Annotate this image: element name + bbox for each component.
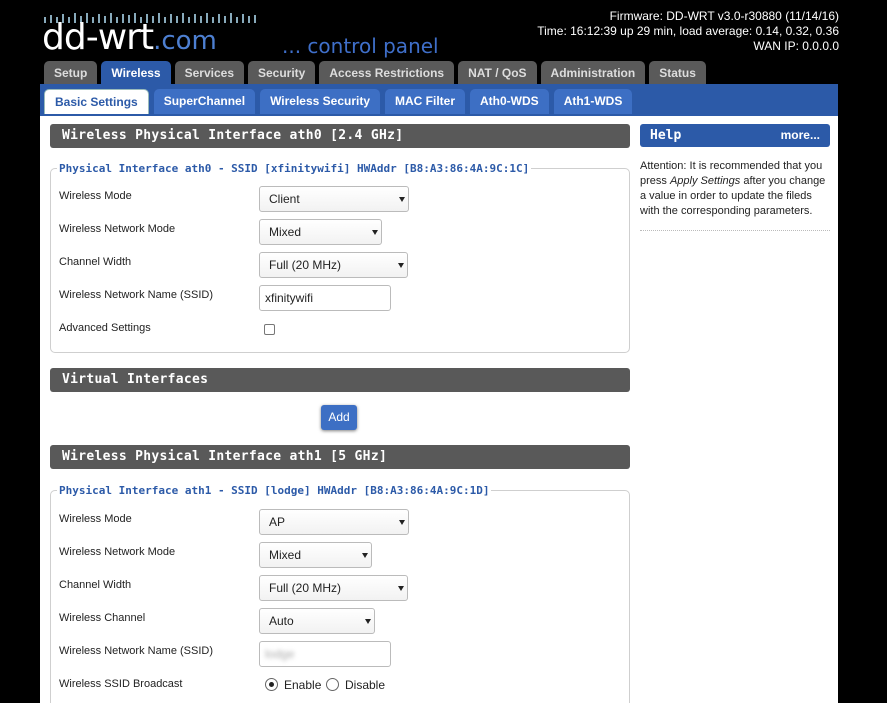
ath1-channel-width-value: Full (20 MHz): [269, 581, 342, 595]
ath1-ssid-value: lodge: [265, 647, 295, 661]
ath1-network-mode-row: Wireless Network Mode Mixed: [59, 542, 619, 568]
ath0-advanced-label: Advanced Settings: [59, 322, 151, 334]
ath0-ssid-input[interactable]: xfinitywifi: [259, 285, 391, 311]
help-text: Attention: It is recommended that you pr…: [640, 159, 830, 231]
ath1-broadcast-enable-radio[interactable]: [265, 678, 278, 691]
ath0-wireless-mode-label: Wireless Mode: [59, 190, 132, 202]
ath0-channel-width-label: Channel Width: [59, 256, 132, 268]
ath1-fieldset: Physical Interface ath1 - SSID [lodge] H…: [50, 484, 630, 703]
sub-tabs: Basic Settings SuperChannel Wireless Sec…: [44, 89, 633, 114]
ath1-wireless-mode-label: Wireless Mode: [59, 513, 132, 525]
tab-administration[interactable]: Administration: [540, 61, 646, 86]
virtual-section-title: Virtual Interfaces: [50, 368, 630, 392]
tab-services[interactable]: Services: [174, 61, 244, 86]
ath0-ssid-label: Wireless Network Name (SSID): [59, 289, 214, 301]
tab-setup[interactable]: Setup: [44, 61, 98, 86]
subtab-superchannel[interactable]: SuperChannel: [153, 89, 256, 114]
ath0-network-mode-value: Mixed: [269, 225, 302, 239]
ath1-wireless-mode-value: AP: [269, 515, 286, 529]
ath0-ssid-value: xfinitywifi: [265, 291, 314, 305]
ath0-channel-width-value: Full (20 MHz): [269, 258, 342, 272]
subtab-basic-settings[interactable]: Basic Settings: [44, 89, 149, 114]
chevron-down-icon: [365, 619, 371, 624]
ath1-channel-label: Wireless Channel: [59, 612, 146, 624]
ath1-network-mode-label: Wireless Network Mode: [59, 546, 176, 558]
ath0-wireless-mode-value: Client: [269, 192, 300, 206]
help-header: Help more...: [640, 124, 830, 147]
chevron-down-icon: [399, 520, 405, 525]
ath1-channel-value: Auto: [269, 614, 294, 628]
ath0-network-mode-label: Wireless Network Mode: [59, 223, 176, 235]
subtab-wireless-security[interactable]: Wireless Security: [260, 89, 381, 114]
ath1-broadcast-row: Wireless SSID Broadcast Enable Disable: [59, 674, 619, 698]
ath0-advanced-checkbox[interactable]: [264, 324, 275, 335]
ath1-broadcast-enable-label: Enable: [284, 678, 322, 692]
ath1-channel-width-select[interactable]: Full (20 MHz): [259, 575, 408, 601]
subtab-ath1-wds[interactable]: Ath1-WDS: [553, 89, 633, 114]
ath1-network-mode-select[interactable]: Mixed: [259, 542, 372, 568]
chevron-down-icon: [372, 230, 378, 235]
ath0-ssid-row: Wireless Network Name (SSID) xfinitywifi: [59, 285, 619, 311]
ath1-section-title: Wireless Physical Interface ath1 [5 GHz]: [50, 445, 630, 469]
ath1-legend: Physical Interface ath1 - SSID [lodge] H…: [57, 484, 492, 498]
ath1-wireless-mode-select[interactable]: AP: [259, 509, 409, 535]
chevron-down-icon: [398, 586, 404, 591]
ath1-wireless-mode-row: Wireless Mode AP: [59, 509, 619, 535]
help-more-link[interactable]: more...: [781, 124, 820, 147]
ath1-broadcast-disable-radio[interactable]: [326, 678, 339, 691]
logo: dd-wrt.com: [42, 18, 217, 61]
uptime-load: Time: 16:12:39 up 29 min, load average: …: [537, 24, 839, 38]
tab-status[interactable]: Status: [649, 61, 706, 86]
ath1-channel-select[interactable]: Auto: [259, 608, 375, 634]
tab-nat-qos[interactable]: NAT / QoS: [458, 61, 537, 86]
ath1-ssid-row: Wireless Network Name (SSID) lodge: [59, 641, 619, 667]
ath0-advanced-row: Advanced Settings: [59, 318, 619, 342]
subtab-ath0-wds[interactable]: Ath0-WDS: [470, 89, 549, 114]
ath0-wireless-mode-row: Wireless Mode Client: [59, 186, 619, 212]
ath1-broadcast-disable-label: Disable: [345, 678, 386, 692]
header: dd-wrt.com ... control panel Firmware: D…: [0, 0, 887, 60]
ath0-network-mode-row: Wireless Network Mode Mixed: [59, 219, 619, 245]
ath1-broadcast-label: Wireless SSID Broadcast: [59, 678, 183, 690]
ath1-channel-width-row: Channel Width Full (20 MHz): [59, 575, 619, 601]
ath0-fieldset: Physical Interface ath0 - SSID [xfinityw…: [50, 162, 630, 353]
ath0-channel-width-select[interactable]: Full (20 MHz): [259, 252, 408, 278]
ath1-channel-width-label: Channel Width: [59, 579, 132, 591]
ath0-section-title: Wireless Physical Interface ath0 [2.4 GH…: [50, 124, 630, 148]
wan-ip: WAN IP: 0.0.0.0: [753, 39, 839, 53]
ath0-wireless-mode-select[interactable]: Client: [259, 186, 409, 212]
content-panel: Wireless Physical Interface ath0 [2.4 GH…: [40, 116, 838, 703]
chevron-down-icon: [399, 197, 405, 202]
ath1-ssid-input[interactable]: lodge: [259, 641, 391, 667]
tagline: ... control panel: [282, 34, 439, 58]
add-virtual-interface-button[interactable]: Add: [321, 405, 357, 430]
logo-suffix: .com: [153, 26, 217, 56]
main-tabs: Setup Wireless Services Security Access …: [44, 61, 706, 86]
system-info: Firmware: DD-WRT v3.0-r30880 (11/14/16) …: [537, 9, 839, 54]
firmware-version: Firmware: DD-WRT v3.0-r30880 (11/14/16): [609, 9, 839, 23]
ath0-channel-width-row: Channel Width Full (20 MHz): [59, 252, 619, 278]
tab-access-restrictions[interactable]: Access Restrictions: [319, 61, 455, 86]
logo-main: dd-wrt: [42, 17, 154, 58]
ath1-network-mode-value: Mixed: [269, 548, 302, 562]
ath0-network-mode-select[interactable]: Mixed: [259, 219, 382, 245]
chevron-down-icon: [398, 263, 404, 268]
chevron-down-icon: [362, 553, 368, 558]
tab-security[interactable]: Security: [248, 61, 316, 86]
subtab-mac-filter[interactable]: MAC Filter: [385, 89, 466, 114]
help-title: Help: [650, 128, 682, 143]
ath0-legend: Physical Interface ath0 - SSID [xfinityw…: [57, 162, 532, 176]
ath1-ssid-label: Wireless Network Name (SSID): [59, 645, 214, 657]
tab-wireless[interactable]: Wireless: [101, 61, 171, 86]
ath1-channel-row: Wireless Channel Auto: [59, 608, 619, 634]
help-text-emphasis: Apply Settings: [669, 175, 741, 187]
